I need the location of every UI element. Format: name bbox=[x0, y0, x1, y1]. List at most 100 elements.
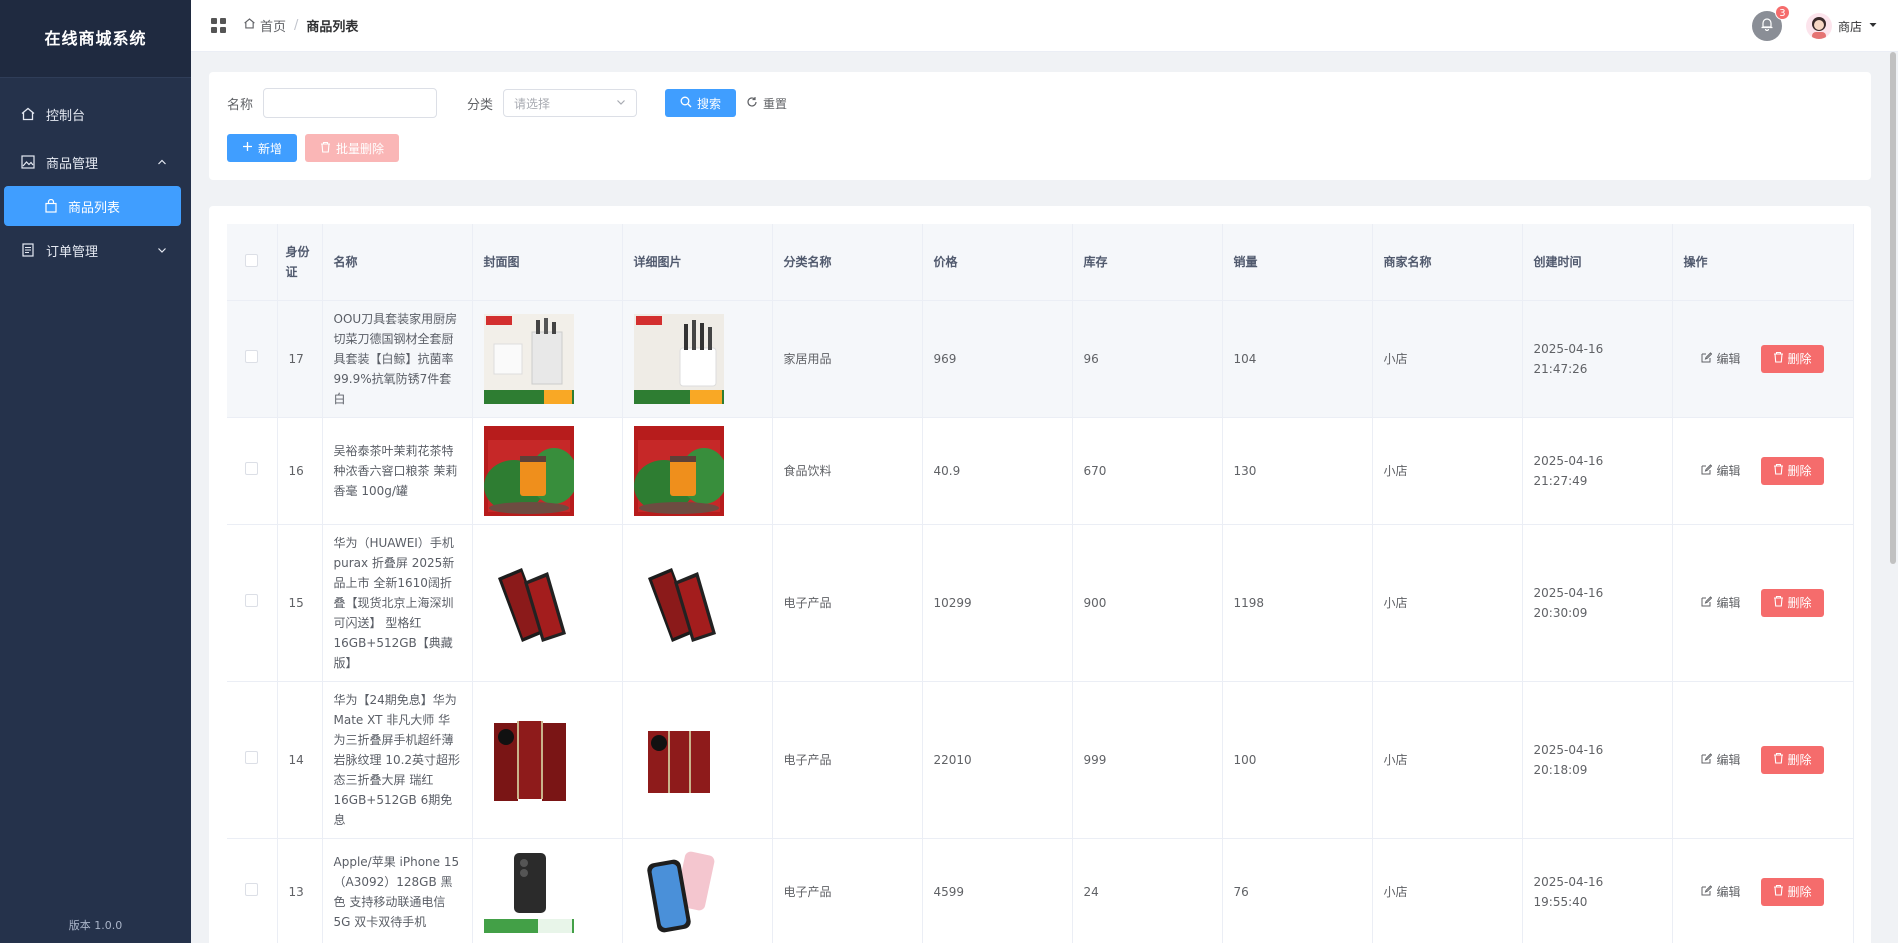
chevron-down-icon bbox=[157, 244, 167, 259]
breadcrumb: 首页 / 商品列表 bbox=[243, 16, 358, 35]
search-button[interactable]: 搜索 bbox=[665, 89, 737, 117]
delete-button[interactable]: 删除 bbox=[1760, 745, 1824, 774]
column-header-created: 创建时间 bbox=[1522, 224, 1673, 301]
row-checkbox[interactable] bbox=[245, 882, 259, 896]
trash-icon bbox=[1773, 882, 1784, 902]
add-button-label: 新增 bbox=[258, 141, 283, 156]
row-checkbox[interactable] bbox=[245, 750, 259, 764]
column-header-cover: 封面图 bbox=[472, 224, 623, 301]
edit-button[interactable]: 编辑 bbox=[1701, 349, 1741, 369]
edit-button[interactable]: 编辑 bbox=[1701, 593, 1741, 613]
grid-menu-icon[interactable] bbox=[211, 17, 227, 34]
table-row: 13 Apple/苹果 iPhone 15（A3092）128GB 黑色 支持移… bbox=[227, 838, 1854, 943]
sidebar-item-label: 商品管理 bbox=[46, 156, 99, 172]
sidebar-item-dashboard[interactable]: 控制台 bbox=[0, 90, 191, 138]
delete-button[interactable]: 删除 bbox=[1760, 877, 1824, 906]
user-dropdown[interactable]: 商店 bbox=[1805, 13, 1878, 39]
breadcrumb-home[interactable]: 首页 bbox=[243, 16, 286, 35]
category-select[interactable]: 请选择 bbox=[503, 89, 638, 117]
detail-image[interactable] bbox=[633, 313, 724, 404]
table-row: 14 华为【24期免息】华为Mate XT 非凡大师 华为三折叠屏手机超纤薄岩脉… bbox=[227, 681, 1854, 839]
category-label: 分类 bbox=[467, 97, 494, 113]
name-search-input[interactable] bbox=[263, 88, 438, 118]
column-header-id: 身份证 bbox=[277, 224, 323, 301]
breadcrumb-current: 商品列表 bbox=[306, 20, 359, 35]
cell-shop: 小店 bbox=[1372, 300, 1523, 418]
edit-button[interactable]: 编辑 bbox=[1701, 461, 1741, 481]
column-header-actions: 操作 bbox=[1672, 224, 1854, 301]
plus-icon bbox=[242, 141, 253, 155]
row-checkbox[interactable] bbox=[245, 461, 259, 475]
sidebar-menu: 控制台 商品管理 商品列表 订单管理 bbox=[0, 78, 191, 274]
detail-image[interactable] bbox=[633, 714, 724, 805]
reset-button[interactable]: 重置 bbox=[736, 89, 797, 117]
column-header-shop: 商家名称 bbox=[1372, 224, 1523, 301]
table-row: 16 吴裕泰茶叶茉莉花茶特种浓香六窨口粮茶 茉莉香毫 100g/罐 食品饮料 4… bbox=[227, 417, 1854, 525]
document-icon bbox=[20, 242, 36, 258]
cell-name: 华为【24期免息】华为Mate XT 非凡大师 华为三折叠屏手机超纤薄岩脉纹理 … bbox=[322, 681, 473, 839]
detail-image[interactable] bbox=[633, 425, 724, 516]
cell-id: 15 bbox=[277, 524, 323, 682]
cell-shop: 小店 bbox=[1372, 838, 1523, 943]
delete-button[interactable]: 删除 bbox=[1760, 588, 1824, 617]
delete-button[interactable]: 删除 bbox=[1760, 456, 1824, 485]
batch-delete-button[interactable]: 批量删除 bbox=[305, 134, 400, 162]
cell-name: 吴裕泰茶叶茉莉花茶特种浓香六窨口粮茶 茉莉香毫 100g/罐 bbox=[322, 417, 473, 525]
avatar bbox=[1805, 13, 1832, 39]
cover-image[interactable] bbox=[483, 313, 574, 404]
cell-stock: 999 bbox=[1072, 681, 1223, 839]
refresh-icon bbox=[746, 96, 758, 111]
cell-name: Apple/苹果 iPhone 15（A3092）128GB 黑色 支持移动联通… bbox=[322, 838, 473, 943]
trash-icon bbox=[1773, 461, 1784, 481]
product-table-panel: 身份证 名称 封面图 详细图片 分类名称 价格 库存 销量 商家名称 创建时间 … bbox=[209, 206, 1871, 943]
cell-name: 华为（HUAWEI）手机 purax 折叠屏 2025新品上市 全新1610阔折… bbox=[322, 524, 473, 682]
page-scrollbar[interactable] bbox=[1890, 52, 1896, 564]
cell-sales: 1198 bbox=[1222, 524, 1373, 682]
cell-sales: 104 bbox=[1222, 300, 1373, 418]
caret-down-icon bbox=[1868, 19, 1878, 33]
top-header: 首页 / 商品列表 3 商店 bbox=[191, 0, 1898, 52]
delete-button[interactable]: 删除 bbox=[1760, 344, 1824, 373]
cell-stock: 900 bbox=[1072, 524, 1223, 682]
sidebar-item-product-list[interactable]: 商品列表 bbox=[4, 186, 181, 226]
delete-label: 删除 bbox=[1787, 884, 1812, 899]
bell-icon bbox=[1760, 17, 1774, 35]
sidebar-item-label: 控制台 bbox=[46, 108, 86, 124]
add-button[interactable]: 新增 bbox=[227, 134, 298, 162]
row-checkbox[interactable] bbox=[245, 593, 259, 607]
breadcrumb-separator: / bbox=[294, 18, 299, 33]
cell-sales: 76 bbox=[1222, 838, 1373, 943]
edit-button[interactable]: 编辑 bbox=[1701, 882, 1741, 902]
sidebar-item-product-management[interactable]: 商品管理 bbox=[0, 138, 191, 186]
reset-button-label: 重置 bbox=[763, 96, 788, 111]
select-all-checkbox[interactable] bbox=[245, 253, 259, 267]
row-checkbox[interactable] bbox=[245, 349, 259, 363]
cover-image[interactable] bbox=[483, 557, 574, 648]
cell-created: 2025-04-16 19:55:40 bbox=[1522, 838, 1673, 943]
column-header-detail-images: 详细图片 bbox=[622, 224, 773, 301]
cell-price: 969 bbox=[922, 300, 1073, 418]
delete-label: 删除 bbox=[1787, 463, 1812, 478]
edit-label: 编辑 bbox=[1716, 595, 1741, 610]
cover-image[interactable] bbox=[483, 714, 574, 805]
cell-price: 4599 bbox=[922, 838, 1073, 943]
cell-stock: 24 bbox=[1072, 838, 1223, 943]
search-icon bbox=[680, 96, 692, 111]
cover-image[interactable] bbox=[483, 846, 574, 937]
sidebar-item-order-management[interactable]: 订单管理 bbox=[0, 226, 191, 274]
chevron-down-icon bbox=[616, 96, 626, 110]
detail-image[interactable] bbox=[633, 846, 724, 937]
cell-shop: 小店 bbox=[1372, 681, 1523, 839]
cell-id: 14 bbox=[277, 681, 323, 839]
cover-image[interactable] bbox=[483, 425, 574, 516]
edit-button[interactable]: 编辑 bbox=[1701, 750, 1741, 770]
home-icon bbox=[20, 106, 36, 122]
cell-price: 10299 bbox=[922, 524, 1073, 682]
detail-image[interactable] bbox=[633, 557, 724, 648]
cell-stock: 670 bbox=[1072, 417, 1223, 525]
cell-category: 食品饮料 bbox=[772, 417, 923, 525]
notification-button[interactable]: 3 bbox=[1751, 5, 1790, 41]
trash-icon bbox=[1773, 349, 1784, 369]
product-table: 身份证 名称 封面图 详细图片 分类名称 价格 库存 销量 商家名称 创建时间 … bbox=[227, 224, 1854, 943]
column-header-stock: 库存 bbox=[1072, 224, 1223, 301]
